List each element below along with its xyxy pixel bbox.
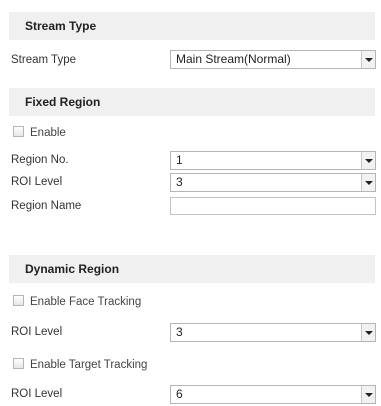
fixed-roi-level-select[interactable]: 3	[170, 173, 376, 192]
region-no-label: Region No.	[11, 154, 69, 166]
face-tracking-row[interactable]: Enable Face Tracking	[13, 294, 141, 310]
target-roi-level-select[interactable]: 6	[170, 385, 376, 404]
target-roi-level-value: 6	[176, 387, 183, 401]
target-roi-level-label: ROI Level	[11, 388, 63, 400]
region-no-value: 1	[176, 153, 183, 167]
stream-type-select[interactable]: Main Stream(Normal)	[170, 50, 376, 69]
fixed-region-header: Fixed Region	[9, 88, 375, 116]
chevron-down-icon	[361, 386, 375, 403]
target-tracking-checkbox[interactable]	[13, 358, 24, 369]
chevron-down-icon	[361, 174, 375, 191]
fixed-region-enable-label: Enable	[30, 127, 66, 139]
face-roi-level-label: ROI Level	[11, 326, 63, 338]
face-tracking-label: Enable Face Tracking	[30, 296, 142, 308]
fixed-roi-level-value: 3	[176, 175, 183, 189]
region-no-select[interactable]: 1	[170, 151, 376, 170]
fixed-region-enable-checkbox[interactable]	[13, 126, 24, 137]
chevron-down-icon	[361, 51, 375, 68]
stream-type-value: Main Stream(Normal)	[176, 52, 291, 66]
target-tracking-label: Enable Target Tracking	[30, 359, 148, 371]
chevron-down-icon	[361, 324, 375, 341]
region-name-input[interactable]	[170, 197, 376, 215]
face-roi-level-select[interactable]: 3	[170, 323, 376, 342]
chevron-down-icon	[361, 152, 375, 169]
fixed-roi-level-label: ROI Level	[11, 176, 63, 188]
face-tracking-checkbox[interactable]	[13, 295, 24, 306]
dynamic-region-header: Dynamic Region	[9, 255, 375, 283]
stream-type-header: Stream Type	[9, 12, 375, 40]
face-roi-level-value: 3	[176, 325, 183, 339]
stream-type-label: Stream Type	[11, 54, 76, 66]
region-name-label: Region Name	[11, 200, 82, 212]
target-tracking-row[interactable]: Enable Target Tracking	[13, 357, 147, 373]
fixed-region-enable-row[interactable]: Enable	[13, 125, 66, 141]
